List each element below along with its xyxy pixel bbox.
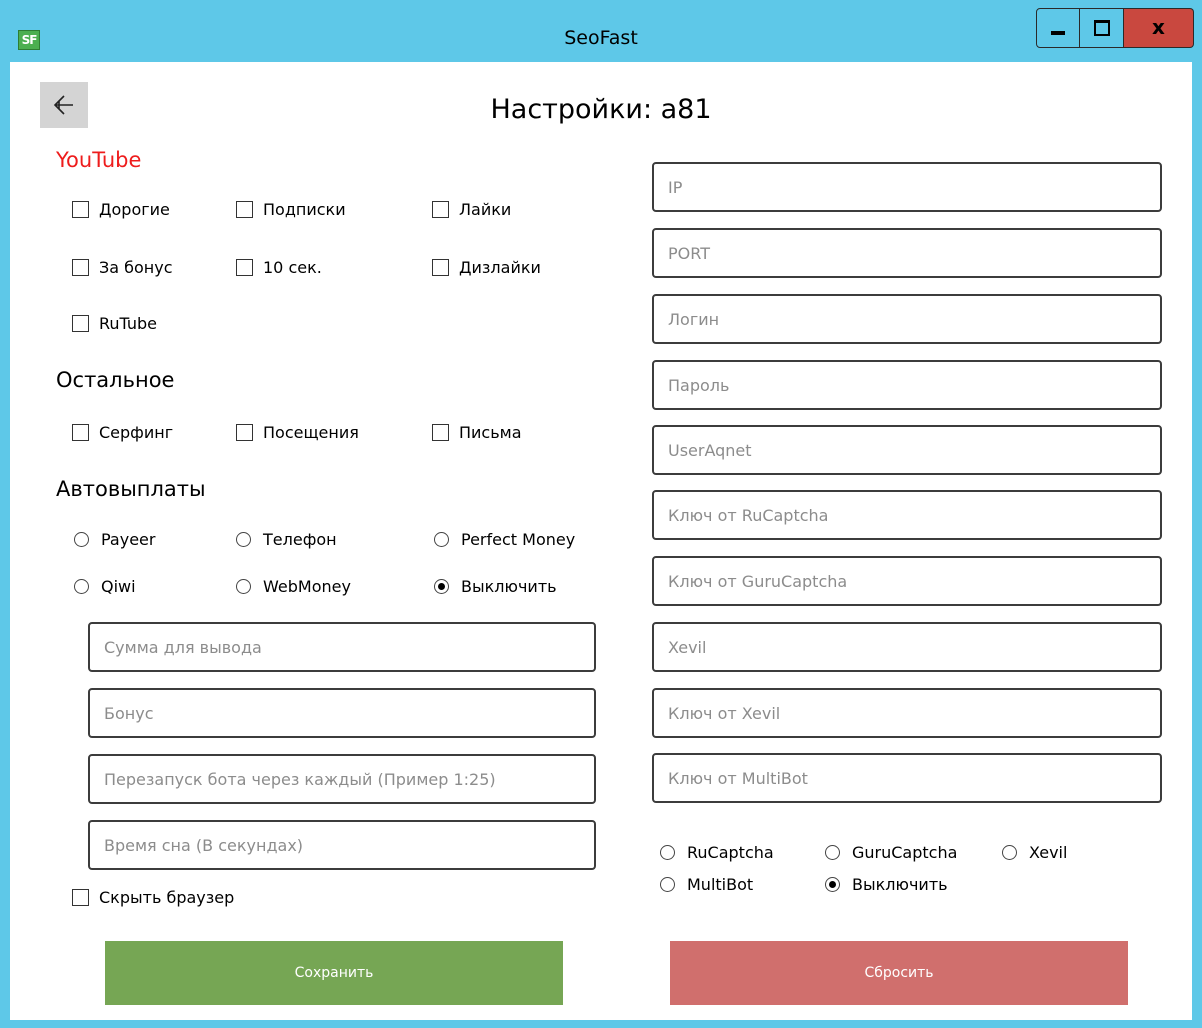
checkbox-10-sec[interactable]: 10 сек. — [236, 258, 322, 277]
radio-webmoney[interactable]: WebMoney — [236, 577, 351, 596]
port-input[interactable] — [652, 228, 1162, 278]
radio-dot[interactable] — [660, 877, 675, 892]
checkbox-box[interactable] — [432, 201, 449, 218]
radio-multibot[interactable]: MultiBot — [660, 875, 753, 894]
radio-dot[interactable] — [434, 532, 449, 547]
radio-dot[interactable] — [74, 579, 89, 594]
radio-dot-selected[interactable] — [825, 877, 840, 892]
rucaptcha-key-input[interactable] — [652, 490, 1162, 540]
checkbox-dislikes[interactable]: Дизлайки — [432, 258, 541, 277]
radio-dot-selected[interactable] — [434, 579, 449, 594]
radio-qiwi[interactable]: Qiwi — [74, 577, 136, 596]
title-bar: SF SeoFast x — [0, 0, 1202, 62]
checkbox-subscriptions[interactable]: Подписки — [236, 200, 346, 219]
checkbox-box[interactable] — [72, 201, 89, 218]
restart-interval-input[interactable] — [88, 754, 596, 804]
window-title: SeoFast — [564, 27, 638, 49]
maximize-icon[interactable] — [1080, 8, 1124, 48]
youtube-section-title: YouTube — [56, 148, 142, 172]
radio-dot[interactable] — [1002, 845, 1017, 860]
minimize-icon[interactable] — [1036, 8, 1080, 48]
app-window: SF SeoFast x Настройки: a81 YouTube Доро… — [0, 0, 1202, 1028]
radio-perfect-money[interactable]: Perfect Money — [434, 530, 575, 549]
checkbox-rutube[interactable]: RuTube — [72, 314, 157, 333]
payouts-section-title: Автовыплаты — [56, 477, 206, 501]
other-section-title: Остальное — [56, 368, 175, 392]
checkbox-box[interactable] — [72, 259, 89, 276]
useragent-input[interactable] — [652, 425, 1162, 475]
radio-phone[interactable]: Телефон — [236, 530, 337, 549]
checkbox-box[interactable] — [72, 424, 89, 441]
checkbox-box[interactable] — [236, 259, 253, 276]
checkbox-surfing[interactable]: Серфинг — [72, 423, 173, 442]
sleep-time-input[interactable] — [88, 820, 596, 870]
radio-gurucaptcha[interactable]: GuruCaptcha — [825, 843, 957, 862]
checkbox-box[interactable] — [72, 889, 89, 906]
radio-dot[interactable] — [825, 845, 840, 860]
checkbox-box[interactable] — [236, 201, 253, 218]
radio-rucaptcha[interactable]: RuCaptcha — [660, 843, 774, 862]
page-title: Настройки: a81 — [490, 94, 712, 125]
login-input[interactable] — [652, 294, 1162, 344]
reset-button[interactable]: Сбросить — [670, 941, 1128, 1005]
radio-dot[interactable] — [236, 579, 251, 594]
ip-input[interactable] — [652, 162, 1162, 212]
radio-dot[interactable] — [236, 532, 251, 547]
checkbox-for-bonus[interactable]: За бонус — [72, 258, 173, 277]
checkbox-box[interactable] — [432, 424, 449, 441]
radio-payeer[interactable]: Payeer — [74, 530, 155, 549]
checkbox-letters[interactable]: Письма — [432, 423, 522, 442]
xevil-input[interactable] — [652, 622, 1162, 672]
checkbox-box[interactable] — [72, 315, 89, 332]
checkbox-hide-browser[interactable]: Скрыть браузер — [72, 888, 234, 907]
xevil-key-input[interactable] — [652, 688, 1162, 738]
radio-payout-off[interactable]: Выключить — [434, 577, 557, 596]
bonus-input[interactable] — [88, 688, 596, 738]
checkbox-visits[interactable]: Посещения — [236, 423, 359, 442]
close-icon[interactable]: x — [1124, 8, 1194, 48]
checkbox-box[interactable] — [236, 424, 253, 441]
window-controls: x — [1036, 8, 1194, 48]
save-button[interactable]: Сохранить — [105, 941, 563, 1005]
checkbox-expensive[interactable]: Дорогие — [72, 200, 170, 219]
settings-panel: Настройки: a81 YouTube Дорогие Подписки … — [10, 62, 1192, 1020]
payout-amount-input[interactable] — [88, 622, 596, 672]
password-input[interactable] — [652, 360, 1162, 410]
checkbox-likes[interactable]: Лайки — [432, 200, 511, 219]
multibot-key-input[interactable] — [652, 753, 1162, 803]
radio-xevil[interactable]: Xevil — [1002, 843, 1067, 862]
radio-dot[interactable] — [660, 845, 675, 860]
gurucaptcha-key-input[interactable] — [652, 556, 1162, 606]
checkbox-box[interactable] — [432, 259, 449, 276]
radio-dot[interactable] — [74, 532, 89, 547]
radio-captcha-off[interactable]: Выключить — [825, 875, 948, 894]
